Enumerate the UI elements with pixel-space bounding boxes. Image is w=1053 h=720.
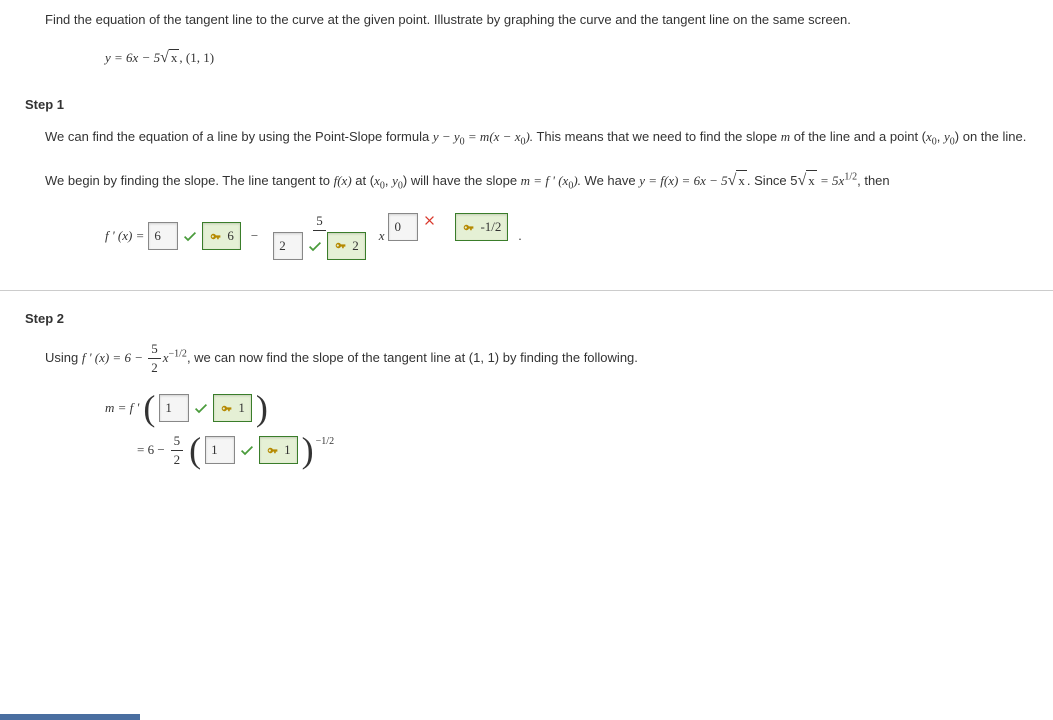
hint-box-4[interactable]: 1 bbox=[213, 394, 252, 422]
progress-bar bbox=[0, 714, 140, 720]
step1-answer-row: f ' (x) = 6 6 − 5 2 bbox=[105, 213, 1033, 260]
check-icon bbox=[239, 442, 255, 458]
problem-text: Find the equation of the tangent line to… bbox=[45, 10, 1033, 31]
answer-input-5[interactable]: 1 bbox=[205, 436, 235, 464]
divider bbox=[0, 290, 1053, 291]
answer-input-3[interactable]: 0 bbox=[388, 213, 418, 241]
key-icon bbox=[266, 444, 279, 457]
hint-box-5[interactable]: 1 bbox=[259, 436, 298, 464]
key-icon bbox=[209, 230, 222, 243]
left-paren: ( bbox=[143, 394, 155, 423]
key-icon bbox=[462, 221, 475, 234]
step2-line2: = 6 − 52 ( 1 1 ) −1/2 bbox=[137, 433, 1033, 468]
hint-box-3[interactable]: -1/2 bbox=[455, 213, 508, 241]
answer-input-1[interactable]: 6 bbox=[148, 222, 178, 250]
left-paren: ( bbox=[189, 436, 201, 465]
right-paren: ) bbox=[302, 436, 314, 465]
key-icon bbox=[220, 402, 233, 415]
step1-para2: We begin by finding the slope. The line … bbox=[45, 168, 1033, 195]
right-paren: ) bbox=[256, 394, 268, 423]
key-icon bbox=[334, 239, 347, 252]
fraction: 5 2 2 bbox=[270, 213, 369, 260]
step2-title: Step 2 bbox=[25, 311, 1033, 326]
check-icon bbox=[193, 400, 209, 416]
check-icon bbox=[182, 228, 198, 244]
check-icon bbox=[307, 238, 323, 254]
cross-icon bbox=[422, 213, 437, 228]
answer-input-4[interactable]: 1 bbox=[159, 394, 189, 422]
fprime-label: f ' (x) = bbox=[105, 228, 144, 244]
step1-title: Step 1 bbox=[25, 97, 1033, 112]
problem-equation: y = 6x − 5√x, (1, 1) bbox=[105, 49, 1033, 67]
m-label: m = f ' bbox=[105, 400, 139, 416]
step1-para1: We can find the equation of a line by us… bbox=[45, 127, 1033, 151]
answer-input-2[interactable]: 2 bbox=[273, 232, 303, 260]
step2-line1: m = f ' ( 1 1 ) bbox=[105, 394, 1033, 423]
step2-para1: Using f ' (x) = 6 − 52x−1/2, we can now … bbox=[45, 341, 1033, 376]
problem-statement: Find the equation of the tangent line to… bbox=[45, 10, 1033, 67]
hint-box-2[interactable]: 2 bbox=[327, 232, 366, 260]
hint-box-1[interactable]: 6 bbox=[202, 222, 241, 250]
